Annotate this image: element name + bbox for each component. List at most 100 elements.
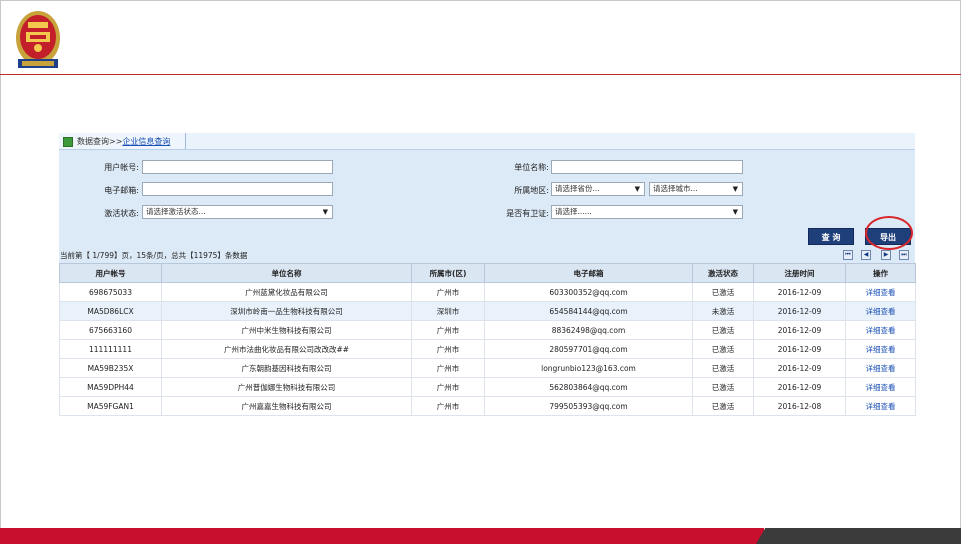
- results-table: 用户帐号 单位名称 所属市(区) 电子邮箱 激活状态 注册时间 操作 69867…: [59, 263, 916, 416]
- cell-email: 799505393@qq.com: [484, 396, 693, 416]
- email-input[interactable]: [142, 182, 333, 196]
- cell-reg-date: 2016-12-09: [753, 339, 846, 359]
- cell-unit-name: 广州蓝黛化妆品有限公司: [161, 282, 412, 302]
- cell-city: 广州市: [411, 358, 485, 378]
- cell-email: longrunbio123@163.com: [484, 358, 693, 378]
- cell-account: MA59DPH44: [59, 377, 162, 397]
- cell-status: 已激活: [692, 358, 754, 378]
- cell-unit-name: 广州中米生物科技有限公司: [161, 320, 412, 340]
- guard-select-value: 请选择......: [555, 207, 592, 216]
- user-account-input[interactable]: [142, 160, 333, 174]
- activation-select-value: 请选择激活状态...: [146, 207, 206, 216]
- cell-status: 已激活: [692, 320, 754, 340]
- cell-city: 广州市: [411, 282, 485, 302]
- cell-reg-date: 2016-12-09: [753, 320, 846, 340]
- email-label: 电子邮箱:: [104, 186, 139, 195]
- breadcrumb-separator: >>: [109, 137, 123, 146]
- last-page-icon[interactable]: ⏭: [899, 250, 909, 260]
- cell-email: 654584144@qq.com: [484, 301, 693, 321]
- cell-email: 280597701@qq.com: [484, 339, 693, 359]
- cell-reg-date: 2016-12-08: [753, 396, 846, 416]
- col-header-action: 操作: [845, 263, 916, 283]
- header-divider: [0, 74, 961, 75]
- province-select[interactable]: 请选择省份... ▼: [551, 182, 645, 196]
- pagination-summary: 当前第【 1/799】页，15条/页，总共【11975】条数据: [60, 251, 248, 260]
- city-select-value: 请选择城市...: [653, 184, 698, 193]
- view-details-link[interactable]: 详细查看: [845, 320, 916, 340]
- chevron-down-icon: ▼: [732, 208, 738, 216]
- province-select-value: 请选择省份...: [555, 184, 600, 193]
- cell-email: 603300352@qq.com: [484, 282, 693, 302]
- view-details-link[interactable]: 详细查看: [845, 377, 916, 397]
- cell-city: 广州市: [411, 396, 485, 416]
- cell-city: 广州市: [411, 377, 485, 397]
- breadcrumb-current[interactable]: 企业信息查询: [122, 137, 170, 146]
- city-select[interactable]: 请选择城市... ▼: [649, 182, 743, 196]
- col-header-reg-date[interactable]: 注册时间: [753, 263, 846, 283]
- cell-account: MA5D86LCX: [59, 301, 162, 321]
- cell-unit-name: 深圳市岭南一品生物科技有限公司: [161, 301, 412, 321]
- table-row: MA59B235X 广东朝韵基因科技有限公司 广州市 longrunbio123…: [59, 358, 916, 378]
- guard-select[interactable]: 请选择...... ▼: [551, 205, 743, 219]
- cell-reg-date: 2016-12-09: [753, 301, 846, 321]
- user-account-label: 用户帐号:: [104, 163, 139, 172]
- unit-name-input[interactable]: [551, 160, 743, 174]
- col-header-account[interactable]: 用户帐号: [59, 263, 162, 283]
- breadcrumb-bar: 数据查询>>企业信息查询: [59, 133, 915, 150]
- chevron-down-icon: ▼: [322, 208, 328, 216]
- first-page-icon[interactable]: ⏮: [843, 250, 853, 260]
- unit-name-label: 单位名称:: [514, 163, 549, 172]
- table-row: 111111111 广州市法曲化妆品有限公司改改改## 广州市 28059770…: [59, 339, 916, 359]
- footer-grey-band: [756, 528, 961, 544]
- col-header-status[interactable]: 激活状态: [692, 263, 754, 283]
- col-header-unit-name[interactable]: 单位名称: [161, 263, 412, 283]
- cell-status: 未激活: [692, 301, 754, 321]
- table-row: 698675033 广州蓝黛化妆品有限公司 广州市 603300352@qq.c…: [59, 282, 916, 302]
- prev-page-icon[interactable]: ◀: [861, 250, 871, 260]
- query-panel: 数据查询>>企业信息查询 用户帐号: 单位名称: 电子邮箱: 所属地区: 请选择…: [59, 133, 916, 416]
- cell-status: 已激活: [692, 339, 754, 359]
- view-details-link[interactable]: 详细查看: [845, 358, 916, 378]
- col-header-email[interactable]: 电子邮箱: [484, 263, 693, 283]
- folder-icon: [63, 137, 73, 147]
- cell-unit-name: 广州普伽娜生物科技有限公司: [161, 377, 412, 397]
- cell-account: 675663160: [59, 320, 162, 340]
- next-page-icon[interactable]: ▶: [881, 250, 891, 260]
- cell-reg-date: 2016-12-09: [753, 282, 846, 302]
- table-row: MA59FGAN1 广州嘉嘉生物科技有限公司 广州市 799505393@qq.…: [59, 396, 916, 416]
- cell-account: MA59B235X: [59, 358, 162, 378]
- col-header-city[interactable]: 所属市(区): [411, 263, 485, 283]
- guard-label: 是否有卫证:: [506, 209, 549, 218]
- breadcrumb: 数据查询>>企业信息查询: [77, 136, 170, 147]
- table-row: 675663160 广州中米生物科技有限公司 广州市 88362498@qq.c…: [59, 320, 916, 340]
- export-highlight-circle: [865, 216, 913, 250]
- cell-reg-date: 2016-12-09: [753, 358, 846, 378]
- view-details-link[interactable]: 详细查看: [845, 396, 916, 416]
- activation-select[interactable]: 请选择激活状态... ▼: [142, 205, 333, 219]
- cell-email: 88362498@qq.com: [484, 320, 693, 340]
- national-emblem-logo: [16, 11, 60, 68]
- cell-email: 562803864@qq.com: [484, 377, 693, 397]
- cell-unit-name: 广东朝韵基因科技有限公司: [161, 358, 412, 378]
- chevron-down-icon: ▼: [634, 185, 640, 193]
- cell-city: 广州市: [411, 320, 485, 340]
- query-button[interactable]: 查 询: [808, 228, 854, 245]
- footer-red-band: [0, 528, 764, 544]
- cell-status: 已激活: [692, 282, 754, 302]
- cell-account: 111111111: [59, 339, 162, 359]
- region-label: 所属地区:: [514, 186, 549, 195]
- cell-reg-date: 2016-12-09: [753, 377, 846, 397]
- chevron-down-icon: ▼: [732, 185, 738, 193]
- table-row: MA5D86LCX 深圳市岭南一品生物科技有限公司 深圳市 654584144@…: [59, 301, 916, 321]
- cell-account: 698675033: [59, 282, 162, 302]
- view-details-link[interactable]: 详细查看: [845, 339, 916, 359]
- view-details-link[interactable]: 详细查看: [845, 282, 916, 302]
- view-details-link[interactable]: 详细查看: [845, 301, 916, 321]
- cell-unit-name: 广州嘉嘉生物科技有限公司: [161, 396, 412, 416]
- breadcrumb-root[interactable]: 数据查询: [77, 137, 109, 146]
- activation-label: 激活状态:: [104, 209, 139, 218]
- cell-status: 已激活: [692, 396, 754, 416]
- table-row: MA59DPH44 广州普伽娜生物科技有限公司 广州市 562803864@qq…: [59, 377, 916, 397]
- cell-status: 已激活: [692, 377, 754, 397]
- cell-city: 深圳市: [411, 301, 485, 321]
